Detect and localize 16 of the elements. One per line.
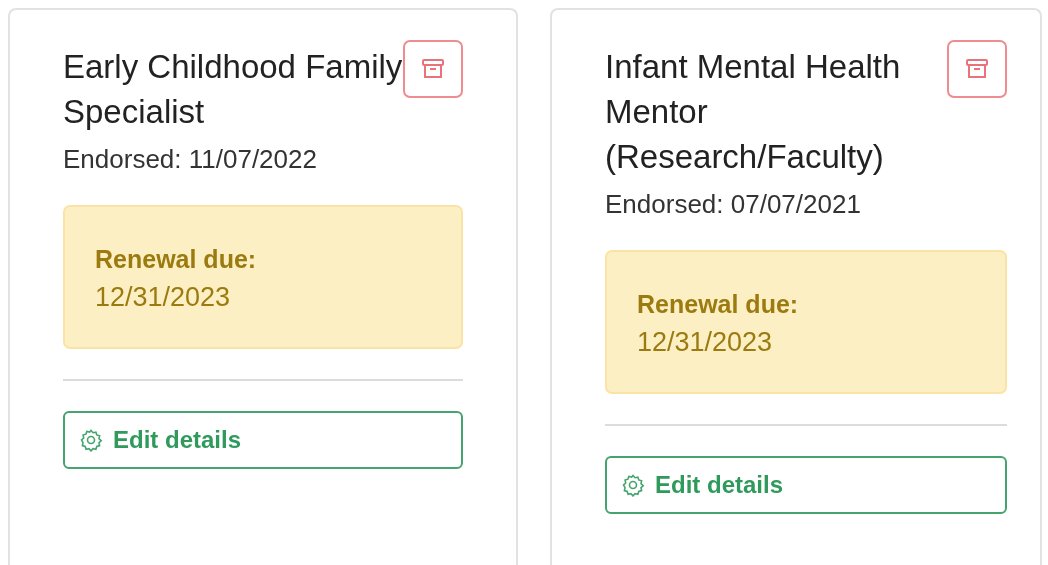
card-title: Early Childhood Family Specialist	[63, 47, 403, 132]
endorsed-date: Endorsed: 07/07/2021	[605, 189, 862, 220]
renewal-label: Renewal due:	[637, 290, 800, 319]
archive-button[interactable]	[947, 40, 1007, 98]
card-title: Infant Mental Health Mentor (Research/Faculty)	[605, 47, 902, 177]
renewal-date: 12/31/2023	[95, 282, 232, 313]
gear-icon	[79, 428, 103, 452]
gear-icon	[621, 473, 645, 497]
archive-button[interactable]	[403, 40, 463, 98]
renewal-label: Renewal due:	[95, 245, 258, 274]
renewal-date: 12/31/2023	[637, 327, 774, 358]
archive-box-icon	[965, 58, 989, 80]
archive-box-icon	[421, 58, 445, 80]
endorsed-date: Endorsed: 11/07/2022	[63, 144, 318, 175]
edit-details-button[interactable]: Edit details	[605, 456, 1007, 514]
edit-details-button[interactable]: Edit details	[63, 411, 463, 469]
